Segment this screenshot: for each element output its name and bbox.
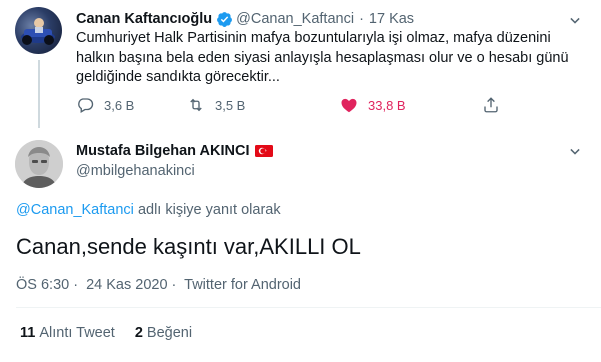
quote-tweet-count: 11 — [20, 325, 36, 341]
share-icon — [484, 97, 498, 113]
tweet-time[interactable]: ÖS 6:30 — [16, 277, 69, 293]
likes-label: Beğeni — [146, 325, 193, 341]
parent-tweet-actions: 3,6 B 3,5 B 33,8 B — [0, 94, 601, 116]
like-count: 33,8 B — [368, 97, 406, 113]
parent-tweet-header: Canan Kaftancıoğlu @Canan_Kaftanci · 17 … — [76, 9, 414, 29]
likes-stat[interactable]: 2 Beğeni — [135, 323, 192, 343]
tweet-meta: ÖS 6:30 · 24 Kas 2020 · Twitter for Androi… — [16, 275, 305, 295]
reply-button[interactable]: 3,6 B — [76, 94, 134, 116]
meta-separator: · — [73, 277, 79, 293]
tweet-date[interactable]: 24 Kas 2020 — [86, 277, 167, 293]
reply-mention-link[interactable]: @Canan_Kaftanci — [16, 202, 134, 218]
reply-icon — [78, 98, 94, 113]
parent-avatar[interactable] — [15, 7, 62, 54]
tweet-source[interactable]: Twitter for Android — [184, 277, 301, 293]
main-author-avatar[interactable] — [15, 140, 63, 188]
retweet-button[interactable]: 3,5 B — [187, 94, 245, 116]
reply-count: 3,6 B — [104, 97, 135, 113]
quote-tweet-label: Alıntı Tweet — [39, 325, 115, 341]
turkey-flag-icon — [255, 145, 274, 157]
likes-count: 2 — [134, 325, 143, 341]
reply-suffix: adlı kişiye yanıt olarak — [137, 202, 281, 218]
main-author-name[interactable]: Mustafa Bilgehan AKINCI — [76, 141, 249, 161]
main-author-name-row: Mustafa Bilgehan AKINCI — [76, 141, 274, 161]
parent-tweet-date[interactable]: 17 Kas — [369, 9, 414, 29]
verified-badge-icon — [217, 11, 233, 27]
like-button[interactable]: 33,8 B — [340, 94, 406, 116]
main-author-handle[interactable]: @mbilgehanakinci — [76, 161, 195, 181]
parent-tweet[interactable]: Canan Kaftancıoğlu @Canan_Kaftanci · 17 … — [0, 0, 601, 130]
parent-author-handle[interactable]: @Canan_Kaftanci — [236, 9, 354, 29]
parent-author-name[interactable]: Canan Kaftancıoğlu — [76, 9, 212, 29]
retweet-icon — [190, 98, 202, 112]
heart-filled-icon — [341, 98, 357, 113]
chevron-down-icon[interactable] — [566, 143, 584, 161]
divider — [16, 307, 601, 308]
chevron-down-icon[interactable] — [566, 12, 584, 30]
replying-to: @Canan_Kaftanci adlı kişiye yanıt olarak — [16, 200, 281, 220]
quote-tweets-stat[interactable]: 11 Alıntı Tweet — [20, 323, 115, 343]
share-button[interactable] — [482, 94, 510, 116]
meta-separator: · — [171, 277, 177, 293]
parent-tweet-text: Cumhuriyet Halk Partisinin mafya bozuntu… — [76, 30, 569, 85]
retweet-count: 3,5 B — [215, 97, 246, 113]
main-tweet-text: Canan,sende kaşıntı var,AKILLI OL — [16, 234, 361, 259]
tweet-stats: 11 Alıntı Tweet 2 Beğeni — [20, 323, 212, 343]
header-separator: · — [359, 11, 364, 27]
